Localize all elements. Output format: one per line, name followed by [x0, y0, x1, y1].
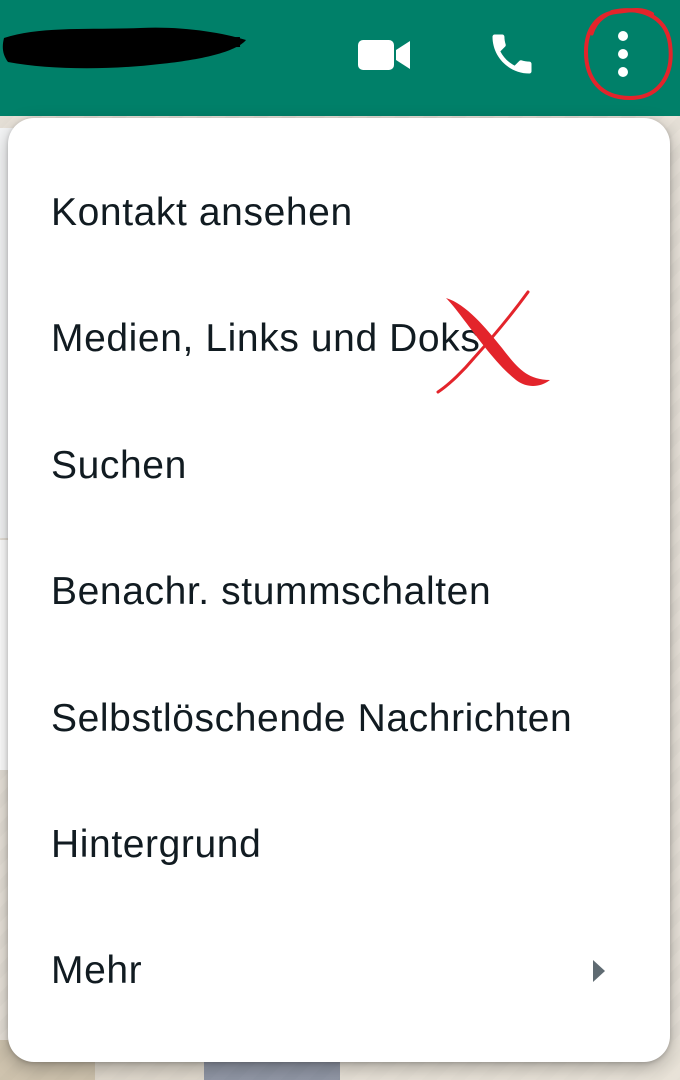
menu-item-label: Mehr — [51, 949, 143, 992]
menu-item-label: Medien, Links und Doks — [51, 317, 481, 360]
phone-icon[interactable] — [486, 28, 538, 80]
menu-item-label: Selbstlöschende Nachrichten — [51, 697, 573, 740]
menu-item-search[interactable]: Suchen — [8, 403, 670, 529]
redacted-contact-name — [2, 27, 246, 69]
menu-item-mute-notifications[interactable]: Benachr. stummschalten — [8, 529, 670, 655]
menu-item-media-links-docs[interactable]: Medien, Links und Doks — [8, 276, 670, 402]
app-bar — [0, 0, 680, 116]
more-options-button[interactable] — [582, 4, 674, 102]
menu-item-label: Benachr. stummschalten — [51, 570, 492, 613]
menu-item-label: Hintergrund — [51, 823, 262, 866]
overflow-menu: Kontakt ansehen Medien, Links und Doks S… — [8, 118, 670, 1062]
more-vert-icon — [618, 31, 628, 77]
menu-item-more[interactable]: Mehr — [8, 908, 670, 1034]
menu-item-label: Kontakt ansehen — [51, 191, 353, 234]
menu-item-disappearing-messages[interactable]: Selbstlöschende Nachrichten — [8, 656, 670, 782]
menu-item-wallpaper[interactable]: Hintergrund — [8, 782, 670, 908]
video-camera-icon[interactable] — [356, 34, 412, 76]
arrow-right-icon — [593, 960, 605, 982]
menu-item-label: Suchen — [51, 444, 187, 487]
menu-item-view-contact[interactable]: Kontakt ansehen — [8, 150, 670, 276]
